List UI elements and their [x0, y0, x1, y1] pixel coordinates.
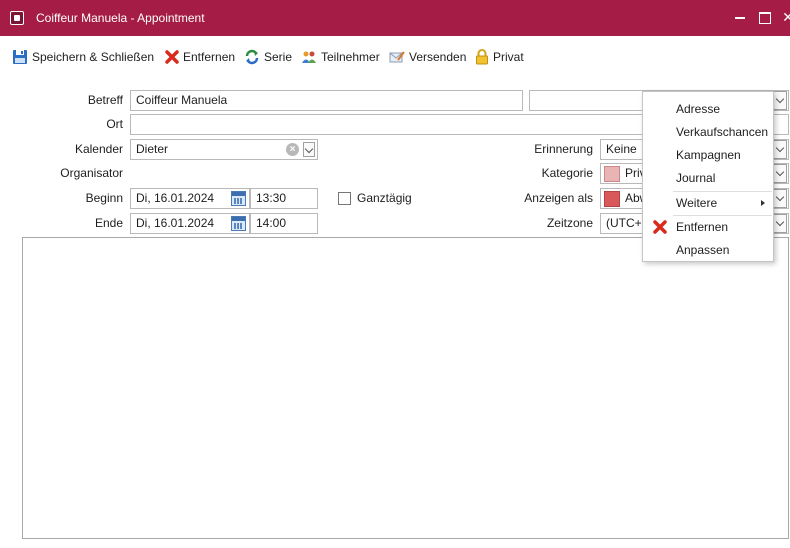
menu-item-journal[interactable]: Journal [643, 167, 773, 189]
send-envelope-icon [389, 51, 405, 63]
people-icon [302, 51, 316, 63]
toolbar: Speichern & Schließen Entfernen Serie Te… [0, 46, 790, 68]
timezone-label: Zeitzone [546, 216, 593, 230]
menu-item-verkaufschancen[interactable]: Verkaufschancen [643, 121, 773, 143]
begin-date-input[interactable]: Di, 16.01.2024 [130, 188, 250, 209]
all-day-label: Ganztägig [357, 191, 412, 205]
begin-date-value: Di, 16.01.2024 [136, 191, 215, 205]
all-day-checkbox[interactable] [338, 192, 351, 205]
app-icon [10, 11, 24, 25]
subject-input[interactable]: Coiffeur Manuela [130, 90, 523, 111]
red-x-icon [653, 220, 667, 234]
organizer-label: Organisator [60, 166, 123, 180]
send-button[interactable]: Versenden [389, 46, 466, 68]
location-label: Ort [106, 117, 123, 131]
chevron-right-icon [761, 200, 765, 206]
show-as-dropdown-button[interactable] [773, 189, 787, 208]
menu-item-anpassen[interactable]: Anpassen [643, 239, 773, 261]
calendar-icon[interactable] [231, 191, 246, 206]
send-label: Versenden [409, 50, 467, 64]
title-bar: Coiffeur Manuela - Appointment ✕ [0, 0, 790, 36]
subject-label: Betreff [87, 93, 123, 107]
calendar-label: Kalender [74, 142, 123, 156]
begin-label: Beginn [85, 191, 123, 205]
category-label: Kategorie [541, 166, 593, 180]
menu-item-weitere[interactable]: Weitere [643, 192, 773, 214]
calendar-select[interactable]: Dieter × [130, 139, 318, 160]
category-color-swatch [604, 166, 620, 182]
series-label: Serie [264, 50, 293, 64]
calendar-value: Dieter [136, 142, 169, 156]
end-date-value: Di, 16.01.2024 [136, 216, 215, 230]
lock-icon [476, 49, 488, 65]
floppy-disk-icon [13, 50, 27, 64]
chevron-down-icon[interactable] [303, 142, 315, 157]
timezone-dropdown-button[interactable] [773, 214, 787, 233]
remove-label: Entfernen [183, 50, 236, 64]
maximize-button[interactable] [752, 6, 776, 28]
reminder-dropdown-button[interactable] [773, 140, 787, 159]
end-label: Ende [94, 216, 123, 230]
participants-button[interactable]: Teilnehmer [301, 46, 380, 68]
menu-item-entfernen[interactable]: Entfernen [643, 216, 773, 238]
minimize-button[interactable] [728, 6, 752, 28]
menu-item-weitere-label: Weitere [676, 196, 718, 210]
remove-button[interactable]: Entfernen [165, 46, 235, 68]
begin-time-input[interactable]: 13:30 [250, 188, 318, 209]
series-button[interactable]: Serie [244, 46, 292, 68]
reminder-label: Erinnerung [534, 142, 593, 156]
close-window-button[interactable]: ✕ [776, 6, 790, 28]
menu-item-entfernen-label: Entfernen [676, 220, 729, 234]
recurrence-icon [245, 49, 259, 65]
context-menu: Adresse Verkaufschancen Kampagnen Journa… [642, 91, 774, 262]
calendar-icon[interactable] [231, 216, 246, 231]
notes-editor[interactable] [22, 237, 789, 539]
clear-icon[interactable]: × [286, 143, 299, 156]
save-close-button[interactable]: Speichern & Schließen [12, 46, 154, 68]
end-time-input[interactable]: 14:00 [250, 213, 318, 234]
menu-item-adresse[interactable]: Adresse [643, 98, 773, 120]
participants-label: Teilnehmer [321, 50, 380, 64]
window-title: Coiffeur Manuela - Appointment [36, 11, 205, 25]
category-dropdown-button[interactable] [773, 164, 787, 183]
reminder-value: Keine [606, 142, 637, 156]
menu-item-kampagnen[interactable]: Kampagnen [643, 144, 773, 166]
red-x-icon [165, 50, 179, 64]
private-button[interactable]: Privat [475, 46, 524, 68]
private-label: Privat [493, 50, 524, 64]
end-date-input[interactable]: Di, 16.01.2024 [130, 213, 250, 234]
link-picker-button[interactable] [773, 91, 787, 110]
show-as-color-swatch [604, 191, 620, 207]
show-as-label: Anzeigen als [524, 191, 593, 205]
save-close-label: Speichern & Schließen [32, 50, 155, 64]
